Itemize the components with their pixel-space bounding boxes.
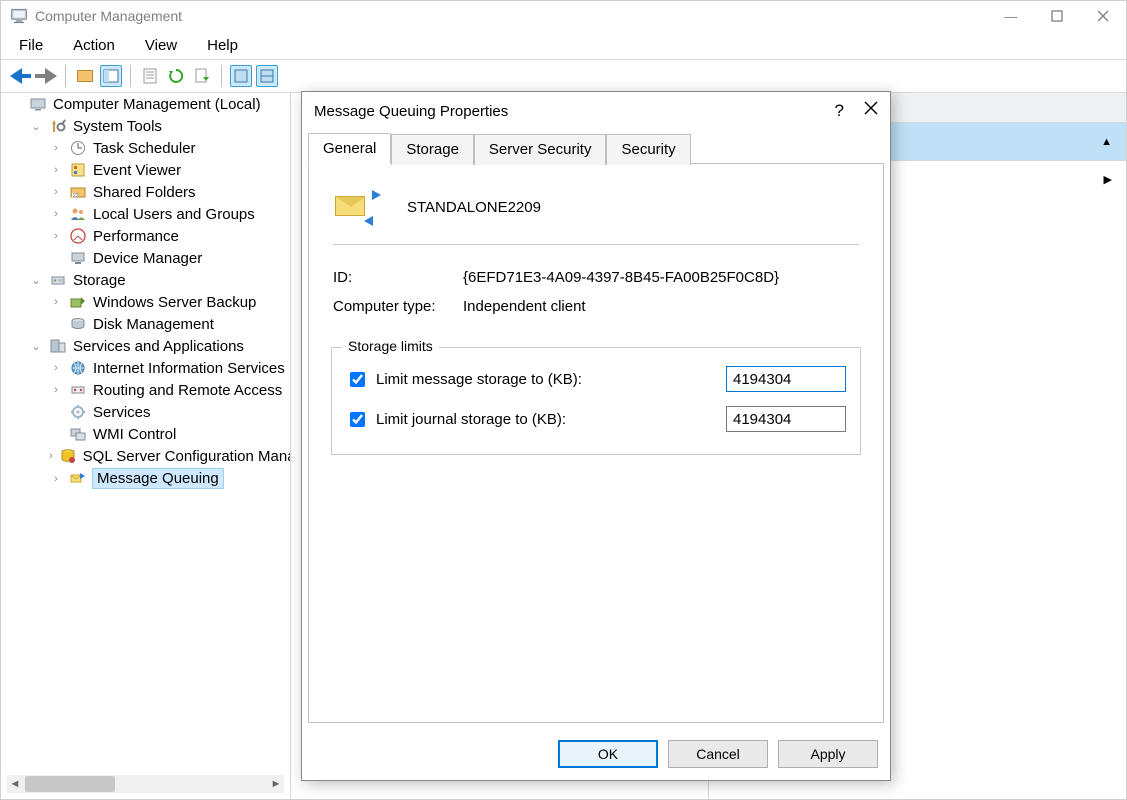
tree-services-applications[interactable]: ⌄Services and Applications	[27, 335, 290, 357]
menu-file[interactable]: File	[15, 35, 47, 56]
limit-journal-storage-input[interactable]	[726, 406, 846, 432]
cancel-button[interactable]: Cancel	[668, 740, 768, 768]
app-icon	[9, 6, 29, 26]
scroll-thumb[interactable]	[25, 776, 115, 792]
tree-services[interactable]: Services	[47, 401, 290, 423]
tree-msmq[interactable]: ›Message Queuing	[47, 467, 290, 490]
tree-disk-management[interactable]: Disk Management	[47, 313, 290, 335]
computer-type-label: Computer type:	[333, 298, 463, 315]
tree-wmi-control[interactable]: WMI Control	[47, 423, 290, 445]
dialog-help-button[interactable]: ?	[835, 101, 844, 121]
tab-security[interactable]: Security	[606, 134, 690, 165]
maximize-button[interactable]	[1034, 1, 1080, 31]
tree-system-tools[interactable]: ⌄System Tools	[27, 115, 290, 137]
tab-general[interactable]: General	[308, 133, 391, 164]
tree-rras[interactable]: ›Routing and Remote Access	[47, 379, 290, 401]
toolbar-open-icon[interactable]	[74, 65, 96, 87]
tree-sql-server-config[interactable]: ›SQL Server Configuration Manager	[47, 445, 290, 467]
tree-horizontal-scrollbar[interactable]: ◄ ►	[7, 775, 284, 793]
id-value: {6EFD71E3-4A09-4397-8B45-FA00B25F0C8D}	[463, 269, 779, 286]
minimize-button[interactable]: —	[988, 1, 1034, 31]
limit-message-storage-checkbox[interactable]: Limit message storage to (KB):	[346, 369, 582, 390]
tree-root-label: Computer Management (Local)	[53, 96, 261, 113]
tree-event-viewer[interactable]: ›Event Viewer	[47, 159, 290, 181]
submenu-arrow-icon: ▶	[1104, 173, 1112, 186]
scroll-right-arrow[interactable]: ►	[268, 776, 284, 792]
tree-shared-folders[interactable]: ›22Shared Folders	[47, 181, 290, 203]
tree-device-manager[interactable]: Device Manager	[47, 247, 290, 269]
toolbar-show-hide-console-tree[interactable]	[100, 65, 122, 87]
computer-name-label: STANDALONE2209	[407, 199, 541, 216]
limit-journal-storage-checkbox-input[interactable]	[350, 412, 365, 427]
storage-limits-group: Storage limits Limit message storage to …	[331, 347, 861, 455]
toolbar-button-a[interactable]	[230, 65, 252, 87]
tree-storage[interactable]: ⌄Storage	[27, 269, 290, 291]
apply-button[interactable]: Apply	[778, 740, 878, 768]
limit-message-storage-input[interactable]	[726, 366, 846, 392]
properties-dialog: Message Queuing Properties ? General Sto…	[301, 91, 891, 781]
menu-help[interactable]: Help	[203, 35, 242, 56]
tree-root[interactable]: Computer Management (Local)	[7, 93, 290, 115]
computer-type-value: Independent client	[463, 298, 586, 315]
tree-performance[interactable]: ›Performance	[47, 225, 290, 247]
tab-server-security[interactable]: Server Security	[474, 134, 607, 165]
close-button[interactable]	[1080, 1, 1126, 31]
storage-limits-legend: Storage limits	[342, 338, 439, 354]
menu-view[interactable]: View	[141, 35, 181, 56]
menu-action[interactable]: Action	[69, 35, 119, 56]
tree-iis[interactable]: ›Internet Information Services	[47, 357, 290, 379]
scroll-left-arrow[interactable]: ◄	[7, 776, 23, 792]
nav-back-button[interactable]	[9, 65, 31, 87]
window-title: Computer Management	[35, 8, 182, 24]
tab-storage[interactable]: Storage	[391, 134, 474, 165]
toolbar-refresh-icon[interactable]	[165, 65, 187, 87]
toolbar-button-b[interactable]	[256, 65, 278, 87]
dialog-close-button[interactable]	[864, 100, 878, 120]
dialog-title: Message Queuing Properties	[314, 103, 508, 120]
tree-windows-server-backup[interactable]: ›Windows Server Backup	[47, 291, 290, 313]
svg-text:22: 22	[73, 193, 79, 199]
collapse-arrow-icon: ▲	[1101, 136, 1112, 148]
limit-message-storage-checkbox-input[interactable]	[350, 372, 365, 387]
toolbar	[1, 59, 1126, 93]
tree-task-scheduler[interactable]: ›Task Scheduler	[47, 137, 290, 159]
msmq-icon	[335, 192, 379, 222]
tree-local-users-groups[interactable]: ›Local Users and Groups	[47, 203, 290, 225]
tree-view[interactable]: Computer Management (Local) ⌄System Tool…	[1, 93, 291, 799]
limit-journal-storage-checkbox[interactable]: Limit journal storage to (KB):	[346, 409, 566, 430]
nav-forward-button	[35, 65, 57, 87]
ok-button[interactable]: OK	[558, 740, 658, 768]
window-titlebar: Computer Management	[1, 1, 1126, 31]
toolbar-properties-icon[interactable]	[139, 65, 161, 87]
menubar: File Action View Help	[1, 31, 1126, 59]
id-label: ID:	[333, 269, 463, 286]
toolbar-export-icon[interactable]	[191, 65, 213, 87]
